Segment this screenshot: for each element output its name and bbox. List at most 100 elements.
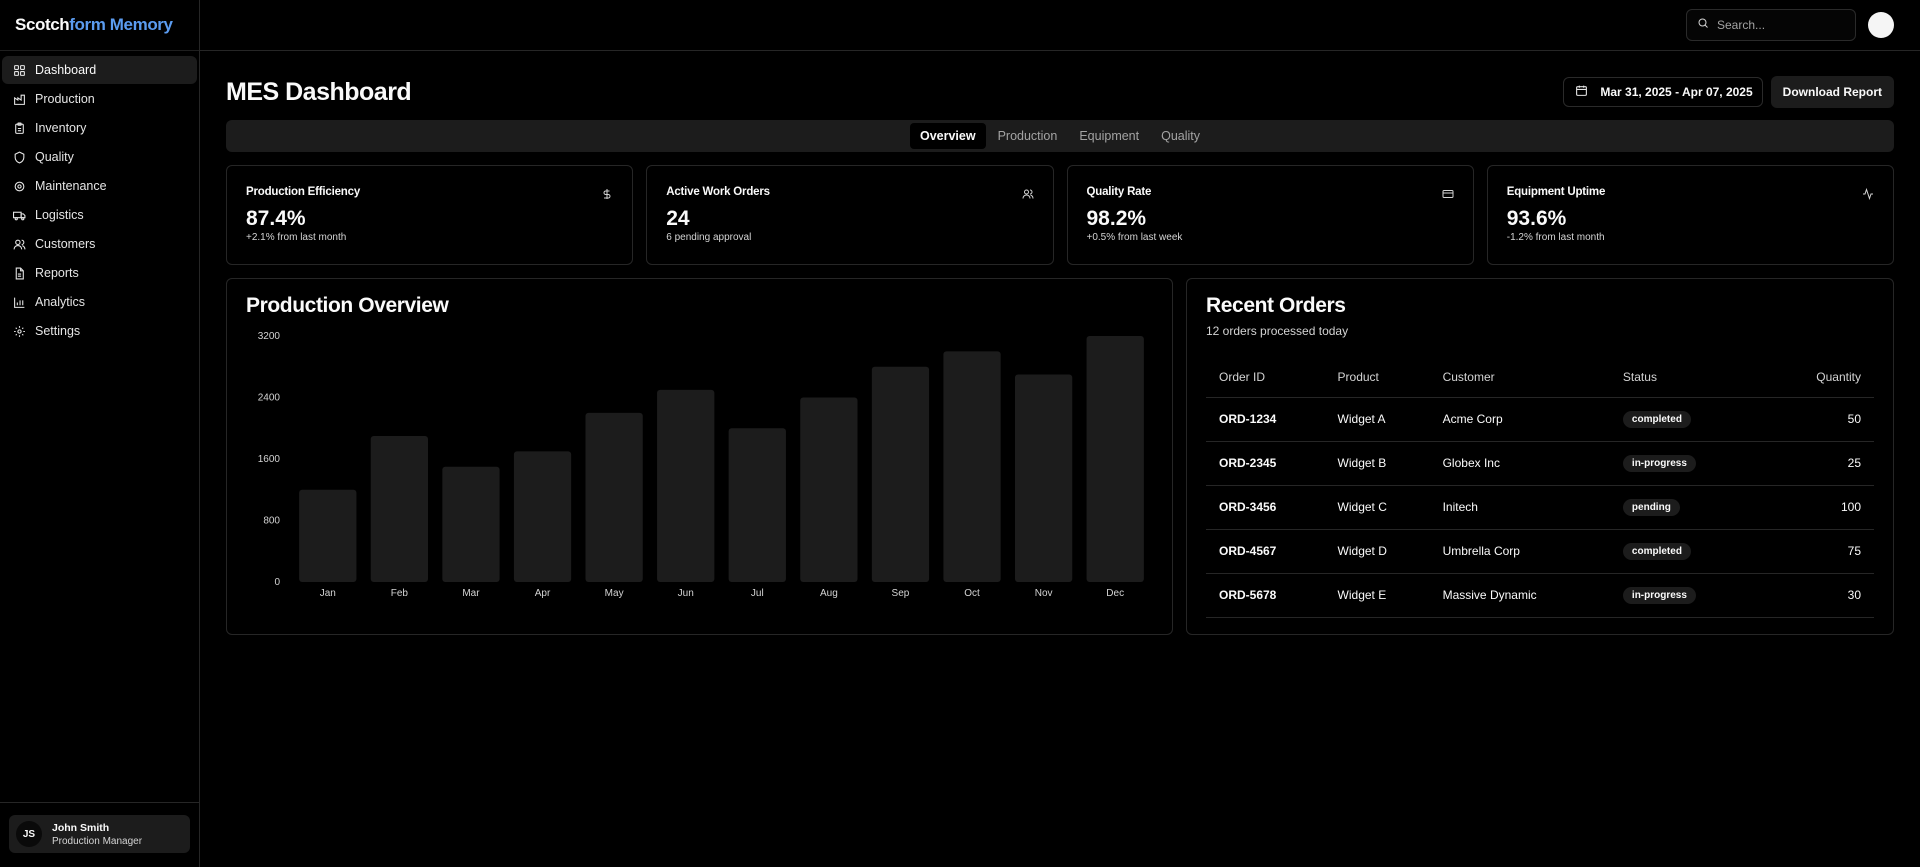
sidebar-item-label: Production (35, 92, 95, 106)
factory-icon (13, 93, 26, 106)
order-id: ORD-4567 (1206, 529, 1325, 574)
stat-card-quality-rate: Quality Rate 98.2% +0.5% from last week (1066, 165, 1474, 265)
column-header-order-id[interactable]: Order ID (1206, 357, 1325, 398)
sidebar-item-reports[interactable]: Reports (2, 259, 197, 287)
sidebar-item-label: Customers (35, 237, 96, 251)
stat-value: 98.2% (1086, 207, 1147, 230)
table-row[interactable]: ORD-2345 Widget B Globex Inc in-progress… (1206, 441, 1874, 486)
download-report-button[interactable]: Download Report (1770, 76, 1894, 108)
x-tick-label: Jan (320, 588, 336, 599)
bar-jan[interactable] (299, 489, 357, 582)
sidebar-item-production[interactable]: Production (2, 85, 197, 113)
sidebar-item-label: Quality (35, 150, 74, 164)
sidebar-nav: Dashboard Production Inventory Quality M… (0, 51, 199, 802)
y-tick-label: 2400 (258, 393, 281, 404)
tab-equipment[interactable]: Equipment (1069, 123, 1149, 149)
x-tick-label: Feb (391, 588, 409, 599)
x-tick-label: Nov (1035, 588, 1053, 599)
bar-jun[interactable] (657, 389, 715, 582)
order-quantity: 50 (1754, 397, 1874, 442)
search-box[interactable] (1686, 9, 1856, 41)
table-header-row: Order ID Product Customer Status Quantit… (1206, 357, 1874, 398)
content: MES Dashboard Mar 31, 2025 - Apr 07, 202… (200, 51, 1920, 635)
table-row[interactable]: ORD-4567 Widget D Umbrella Corp complete… (1206, 529, 1874, 574)
x-tick-label: Mar (462, 588, 480, 599)
stat-card-equipment-uptime: Equipment Uptime 93.6% -1.2% from last m… (1486, 165, 1894, 265)
table-row[interactable]: ORD-3456 Widget C Initech pending 100 (1206, 485, 1874, 530)
grid-icon (13, 64, 26, 77)
order-status: in-progress (1609, 441, 1755, 486)
tab-production[interactable]: Production (988, 123, 1068, 149)
avatar: JS (16, 821, 42, 847)
table-row[interactable]: ORD-5678 Widget E Massive Dynamic in-pro… (1206, 573, 1874, 618)
order-status: in-progress (1609, 573, 1755, 618)
sidebar-item-customers[interactable]: Customers (2, 230, 197, 258)
sidebar-item-maintenance[interactable]: Maintenance (2, 172, 197, 200)
order-status: completed (1609, 397, 1755, 442)
sidebar-item-quality[interactable]: Quality (2, 143, 197, 171)
topbar (200, 0, 1920, 51)
bar-may[interactable] (585, 412, 643, 582)
bar-oct[interactable] (943, 351, 1001, 582)
stat-title: Active Work Orders (666, 186, 770, 198)
order-product: Widget B (1324, 441, 1430, 486)
bar-aug[interactable] (800, 397, 858, 583)
sidebar-item-logistics[interactable]: Logistics (2, 201, 197, 229)
bar-apr[interactable] (513, 451, 572, 582)
sidebar-item-inventory[interactable]: Inventory (2, 114, 197, 142)
sidebar: Scotch form Memory Dashboard Production I… (0, 0, 200, 867)
order-quantity: 30 (1754, 573, 1874, 618)
brand-logo[interactable]: Scotch form Memory (0, 0, 199, 51)
tab-quality[interactable]: Quality (1151, 123, 1210, 149)
sidebar-item-dashboard[interactable]: Dashboard (2, 56, 197, 84)
users-icon (1022, 187, 1034, 199)
recent-orders-card: Recent Orders 12 orders processed today … (1186, 278, 1894, 635)
x-tick-label: Sep (892, 588, 910, 599)
orders-table: Order ID Product Customer Status Quantit… (1206, 357, 1874, 618)
bar-nov[interactable] (1014, 374, 1073, 582)
truck-icon (13, 209, 26, 222)
status-badge: completed (1622, 542, 1691, 560)
user-profile[interactable]: JS John Smith Production Manager (9, 815, 190, 853)
bar-chart-icon (13, 296, 26, 309)
order-id: ORD-5678 (1206, 573, 1325, 618)
bar-feb[interactable] (370, 435, 429, 582)
sidebar-item-settings[interactable]: Settings (2, 317, 197, 345)
sidebar-item-label: Settings (35, 324, 81, 338)
bar-dec[interactable] (1086, 336, 1144, 582)
column-header-status[interactable]: Status (1609, 357, 1755, 398)
page-header: MES Dashboard Mar 31, 2025 - Apr 07, 202… (226, 76, 1894, 108)
sidebar-item-analytics[interactable]: Analytics (2, 288, 197, 316)
column-header-quantity[interactable]: Quantity (1754, 357, 1874, 398)
bar-jul[interactable] (728, 428, 786, 582)
sidebar-item-label: Analytics (35, 295, 86, 309)
bar-sep[interactable] (871, 366, 930, 582)
user-section: JS John Smith Production Manager (0, 802, 199, 867)
order-customer: Globex Inc (1429, 441, 1610, 486)
status-badge: in-progress (1622, 586, 1696, 604)
page-title: MES Dashboard (226, 77, 412, 106)
order-id: ORD-1234 (1206, 397, 1325, 442)
search-input[interactable] (1717, 18, 1847, 32)
order-customer: Acme Corp (1429, 397, 1610, 442)
order-product: Widget D (1324, 529, 1430, 574)
card-subtitle: 12 orders processed today (1206, 324, 1349, 338)
date-range-picker[interactable]: Mar 31, 2025 - Apr 07, 2025 (1563, 77, 1763, 107)
user-avatar-button[interactable] (1868, 12, 1894, 38)
bar-mar[interactable] (442, 466, 500, 582)
x-tick-label: Jun (678, 588, 694, 599)
tab-overview[interactable]: Overview (909, 123, 986, 149)
sidebar-item-label: Maintenance (35, 179, 107, 193)
stat-value: 87.4% (246, 207, 306, 230)
stat-value: 93.6% (1506, 207, 1567, 230)
sidebar-item-label: Inventory (35, 121, 87, 135)
column-header-customer[interactable]: Customer (1429, 357, 1610, 398)
header-actions: Mar 31, 2025 - Apr 07, 2025 Download Rep… (1563, 76, 1894, 108)
table-row[interactable]: ORD-1234 Widget A Acme Corp completed 50 (1206, 397, 1874, 442)
order-quantity: 75 (1754, 529, 1874, 574)
stat-title: Production Efficiency (246, 186, 361, 198)
x-tick-label: Jul (751, 588, 764, 599)
production-overview-card: Production Overview 0 800 1600 2400 3200 Jan F… (226, 278, 1173, 635)
y-tick-label: 800 (263, 516, 280, 527)
column-header-product[interactable]: Product (1324, 357, 1430, 398)
